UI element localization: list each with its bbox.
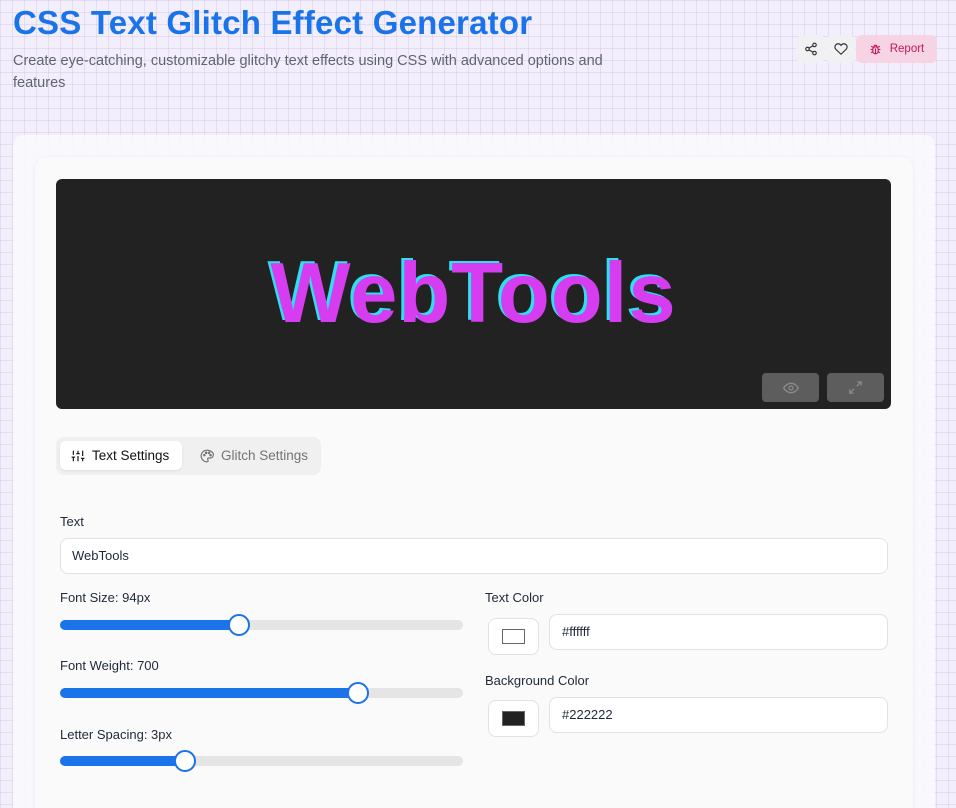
letter-spacing-slider[interactable]	[60, 750, 463, 772]
palette-icon	[200, 449, 214, 462]
sliders-icon	[71, 450, 85, 461]
slider-fill	[60, 756, 185, 766]
background-color-swatch	[502, 711, 525, 726]
text-color-label: Text Color	[485, 590, 544, 605]
toggle-preview-button[interactable]	[762, 373, 819, 402]
header-actions: Report	[796, 35, 937, 63]
text-label: Text	[60, 514, 84, 529]
heart-icon	[833, 43, 848, 56]
slider-fill	[60, 688, 359, 698]
font-weight-slider[interactable]	[60, 682, 463, 704]
settings-tabs: Text Settings Glitch Settings	[56, 437, 321, 475]
report-label: Report	[889, 43, 925, 55]
favorite-button[interactable]	[826, 35, 855, 63]
share-button[interactable]	[796, 35, 825, 63]
slider-fill	[60, 620, 240, 630]
glitch-preview: WebTools WebTools	[56, 179, 891, 409]
expand-icon	[849, 381, 862, 394]
slider-thumb[interactable]	[173, 750, 196, 772]
tab-label: Text Settings	[92, 448, 170, 463]
page-title: CSS Text Glitch Effect Generator	[13, 4, 533, 41]
bug-icon	[870, 44, 881, 54]
font-size-label: Font Size: 94px	[60, 590, 151, 605]
report-button[interactable]: Report	[856, 35, 937, 63]
background-color-picker[interactable]	[488, 700, 539, 737]
tab-label: Glitch Settings	[221, 448, 309, 463]
font-size-slider[interactable]	[60, 614, 463, 636]
eye-icon	[782, 382, 799, 393]
text-color-picker[interactable]	[488, 618, 539, 655]
text-input[interactable]: WebTools	[60, 538, 888, 574]
text-color-swatch	[502, 629, 525, 644]
background-color-label: Background Color	[485, 673, 590, 688]
background-color-input[interactable]: #222222	[549, 697, 888, 733]
tab-glitch-settings[interactable]: Glitch Settings	[196, 441, 308, 470]
share-icon	[804, 42, 817, 56]
fullscreen-button[interactable]	[827, 373, 884, 402]
glitch-text: WebTools	[270, 246, 677, 341]
text-color-input[interactable]: #ffffff	[549, 614, 888, 650]
tab-text-settings[interactable]: Text Settings	[60, 441, 182, 470]
page-subtitle: Create eye-catching, customizable glitch…	[13, 53, 603, 91]
font-weight-label: Font Weight: 700	[60, 658, 159, 673]
letter-spacing-label: Letter Spacing: 3px	[60, 727, 173, 742]
